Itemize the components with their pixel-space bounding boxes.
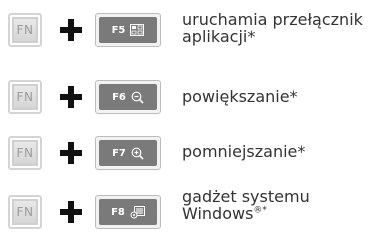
windows-gadget-icon [130, 205, 145, 219]
f7-description: pomniejszanie* [182, 143, 374, 160]
plus-icon [60, 201, 82, 223]
f7-key-label: F7 [112, 147, 126, 159]
shortcut-row-f7: FN F7 pomniejszanie* [0, 124, 380, 184]
fn-key-label: FN [16, 146, 34, 160]
f5-key: F5 [95, 13, 161, 47]
description-line: powiększanie* [182, 87, 298, 106]
app-switcher-icon [130, 24, 145, 36]
description-line: pomniejszanie* [182, 142, 306, 161]
description-line: Windows®* [182, 205, 374, 222]
f7-key: F7 [95, 136, 161, 170]
zoom-out-icon [131, 91, 144, 104]
f8-description: gadżet systemu Windows®* [182, 188, 374, 222]
fn-key: FN [8, 195, 42, 229]
plus-icon [60, 19, 82, 41]
shortcut-row-f6: FN F6 powiększanie* [0, 68, 380, 128]
fn-key: FN [8, 13, 42, 47]
f8-key: F8 [95, 195, 161, 229]
f6-key: F6 [95, 80, 161, 114]
zoom-in-icon [131, 147, 144, 160]
description-line: uruchamia przełącznik [182, 10, 363, 29]
shortcut-row-f8: FN F8 gadżet systemu Windows®* [0, 183, 380, 243]
description-line: gadżet systemu [182, 187, 310, 206]
f6-key-label: F6 [112, 91, 126, 103]
f6-description: powiększanie* [182, 88, 374, 105]
registered-mark: ®* [253, 205, 267, 216]
description-line: aplikacji* [182, 27, 256, 46]
fn-key-label: FN [16, 23, 34, 37]
shortcut-row-f5: FN F5 uruchamia przełącznik aplikacji* [0, 0, 380, 60]
fn-key: FN [8, 80, 42, 114]
f8-key-label: F8 [111, 206, 125, 218]
description-text: Windows [182, 204, 254, 223]
fn-key-label: FN [16, 90, 34, 104]
plus-icon [60, 86, 82, 108]
plus-icon [60, 142, 82, 164]
f5-description: uruchamia przełącznik aplikacji* [182, 11, 374, 45]
f5-key-label: F5 [111, 24, 126, 36]
fn-key: FN [8, 136, 42, 170]
fn-key-label: FN [16, 205, 34, 219]
